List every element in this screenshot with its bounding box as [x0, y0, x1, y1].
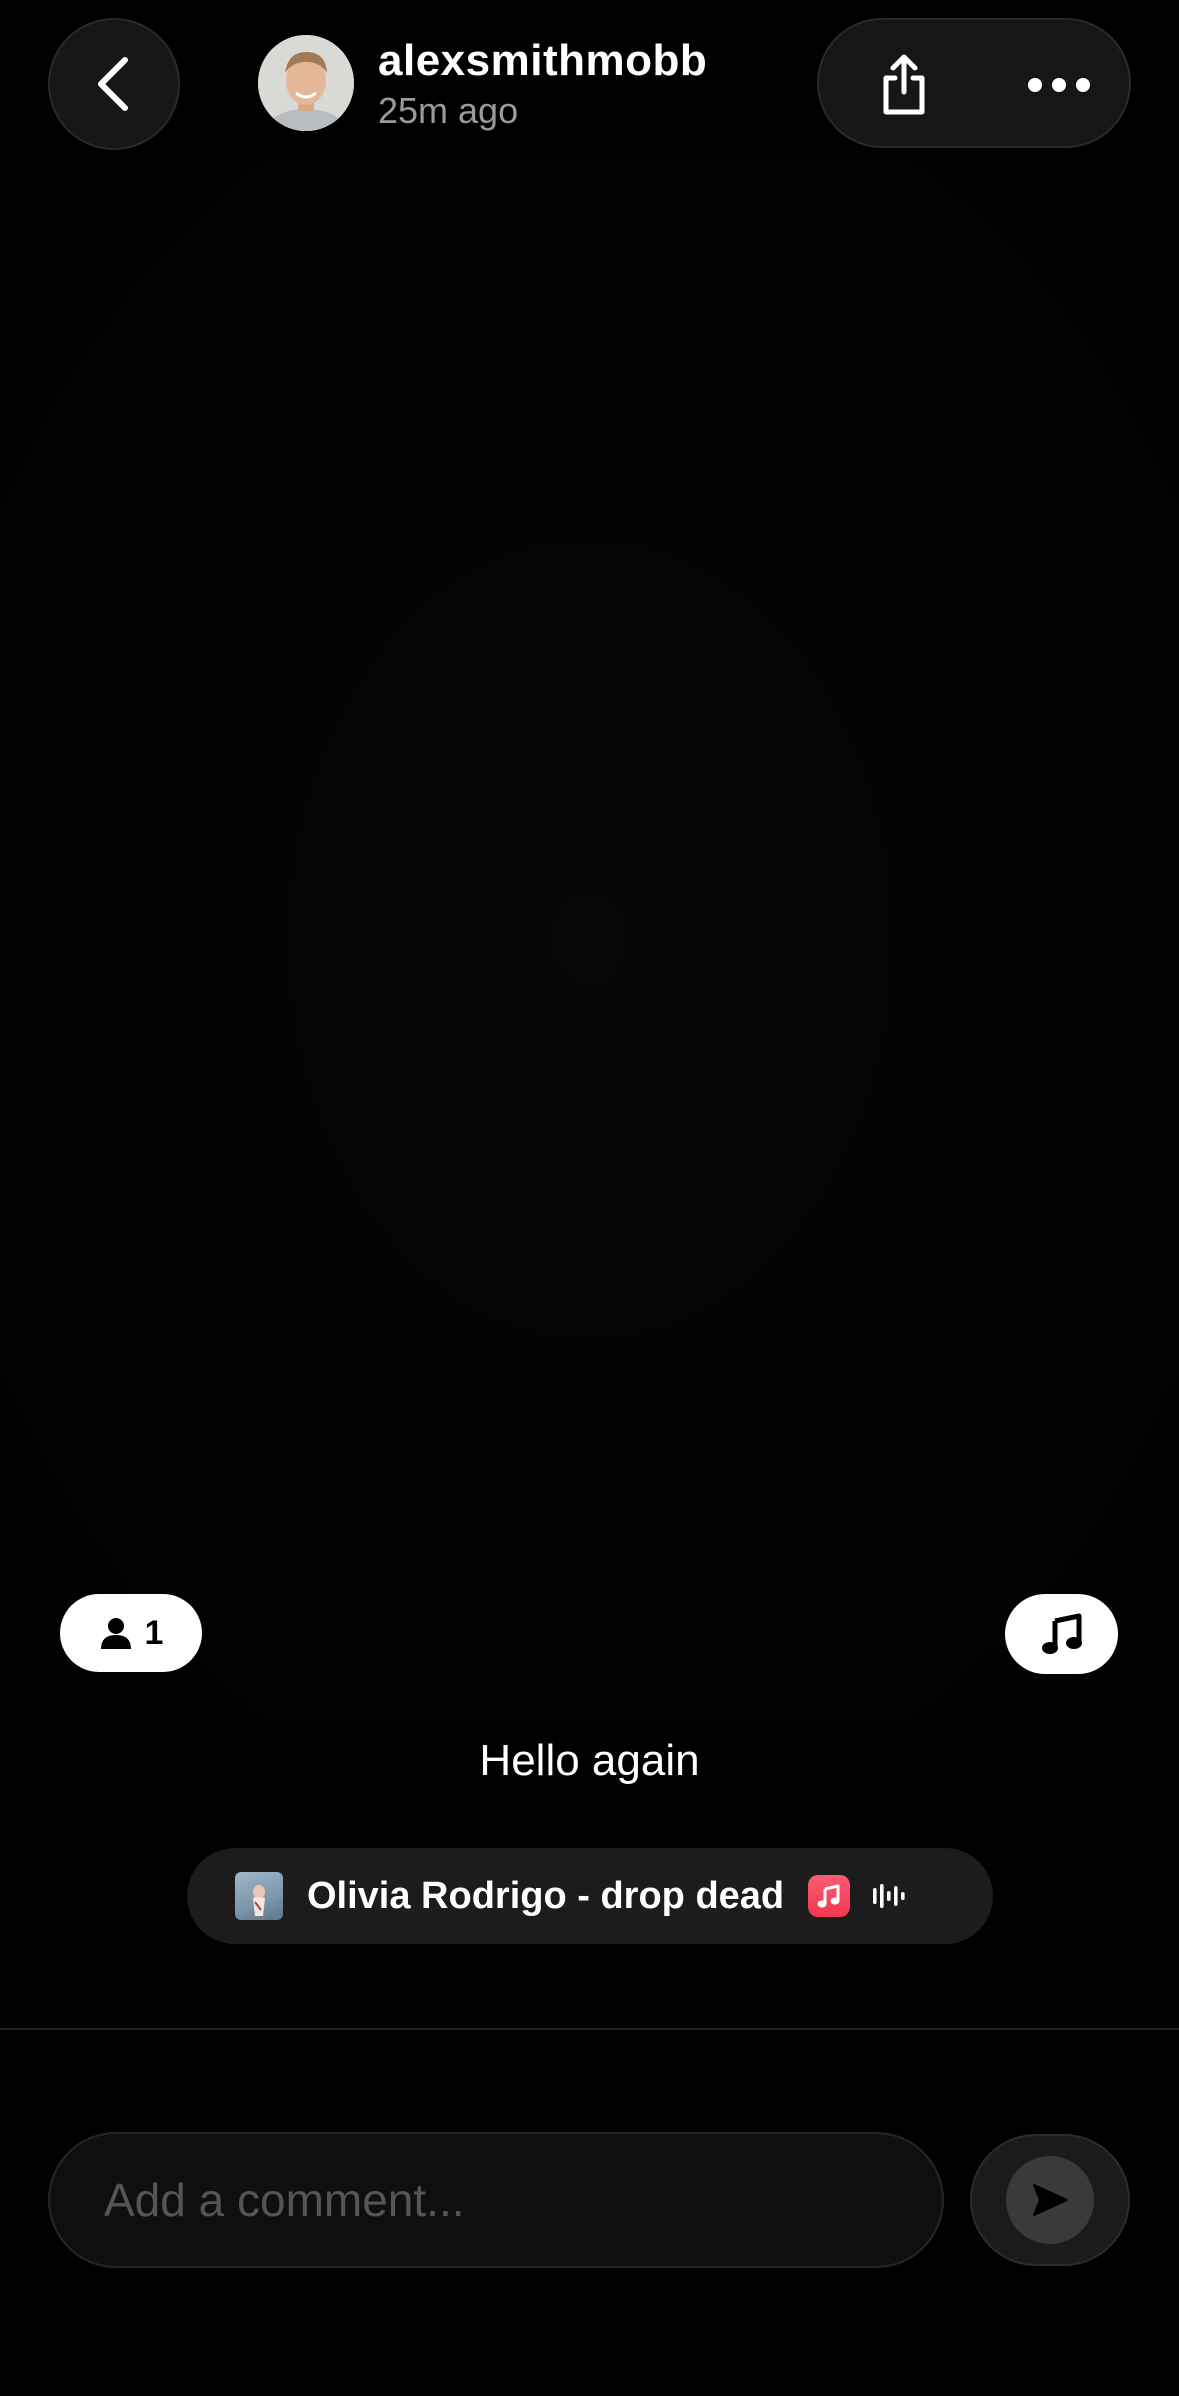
share-button[interactable]	[859, 40, 949, 130]
tagged-count: 1	[144, 1613, 164, 1652]
post-timestamp: 25m ago	[378, 90, 519, 131]
header-actions	[817, 18, 1131, 148]
music-button[interactable]	[1005, 1594, 1118, 1674]
music-note-icon	[1041, 1613, 1082, 1654]
album-art	[235, 1872, 283, 1920]
comment-input[interactable]	[48, 2132, 944, 2268]
send-button[interactable]	[970, 2134, 1130, 2266]
share-icon	[883, 54, 925, 115]
song-attachment[interactable]: Olivia Rodrigo - drop dead	[187, 1848, 993, 1944]
song-title: Olivia Rodrigo - drop dead	[307, 1874, 785, 1917]
send-icon	[1033, 2184, 1068, 2216]
back-button[interactable]	[48, 18, 180, 150]
ellipsis-icon	[1028, 78, 1090, 92]
post-detail-screen: alexsmithmobb 25m ago 1 Hello again Oliv…	[0, 0, 1179, 2396]
divider	[0, 2028, 1179, 2030]
username[interactable]: alexsmithmobb	[378, 36, 707, 86]
post-caption: Hello again	[479, 1736, 700, 1785]
chevron-left-icon	[98, 57, 128, 111]
apple-music-icon	[808, 1875, 851, 1917]
post-photo[interactable]	[0, 160, 1179, 1720]
more-options-button[interactable]	[1009, 40, 1109, 130]
send-button-inner	[1006, 2156, 1094, 2244]
waveform-icon	[872, 1883, 908, 1909]
person-icon	[100, 1618, 131, 1649]
tagged-people-button[interactable]: 1	[60, 1594, 202, 1672]
avatar-image	[258, 35, 354, 131]
avatar[interactable]	[258, 35, 354, 131]
